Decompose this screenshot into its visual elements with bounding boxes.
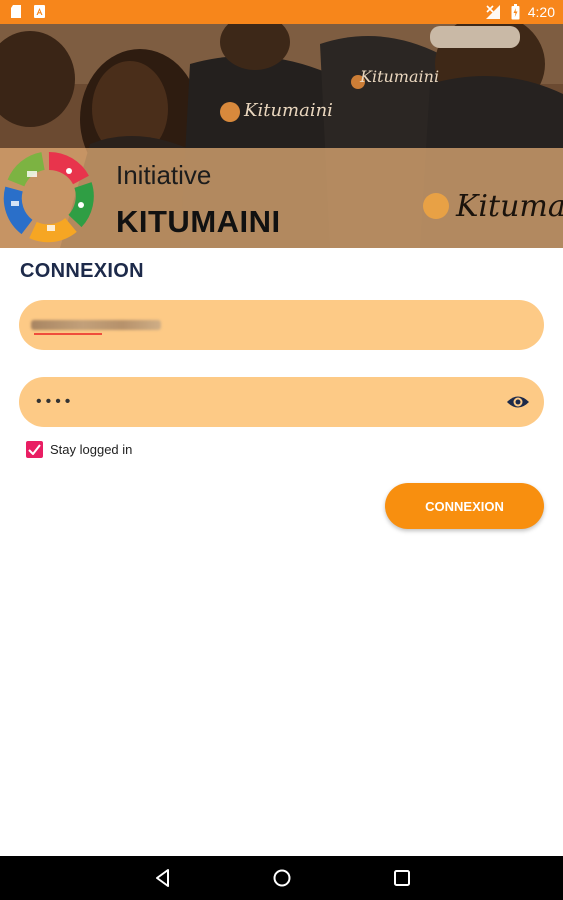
hero-banner: Kitumaini Kitumaini Kitumaini Initiative…: [0, 24, 563, 248]
kitumaini-logo: [3, 151, 94, 243]
status-right-icons: 4:20: [485, 3, 555, 21]
eye-icon[interactable]: [506, 391, 530, 413]
sd-card-icon: [11, 5, 21, 18]
checkmark-icon: [28, 444, 41, 455]
stay-logged-in[interactable]: Stay logged in: [26, 441, 132, 458]
password-field[interactable]: ••••: [19, 377, 544, 427]
no-signal-icon: [485, 5, 500, 19]
recents-icon[interactable]: [391, 867, 413, 889]
svg-text:Kitumaini: Kitumaini: [243, 100, 333, 121]
back-icon[interactable]: [152, 867, 174, 889]
hero-title-initiative: Initiative: [116, 160, 212, 190]
input-error-underline: [34, 333, 102, 335]
hero-title-kitumaini: KITUMAINI: [116, 204, 281, 239]
svg-text:Kitumaini: Kitumaini: [359, 67, 439, 86]
status-left-icons: [10, 4, 46, 19]
stay-logged-in-label: Stay logged in: [50, 442, 133, 457]
username-field[interactable]: [19, 300, 544, 350]
login-heading: CONNEXION: [20, 260, 144, 282]
battery-icon: [511, 4, 520, 20]
home-icon[interactable]: [271, 867, 293, 889]
svg-text:Kitumaini: Kitumaini: [455, 189, 563, 224]
stay-logged-in-checkbox[interactable]: [26, 441, 43, 458]
app-notification-icon: [34, 5, 45, 18]
login-button[interactable]: CONNEXION: [385, 483, 544, 529]
navigation-bar: [0, 856, 563, 900]
status-bar: 4:20: [0, 0, 563, 24]
status-time: 4:20: [527, 4, 555, 20]
redacted-username: [31, 320, 161, 330]
password-input[interactable]: ••••: [36, 393, 74, 411]
